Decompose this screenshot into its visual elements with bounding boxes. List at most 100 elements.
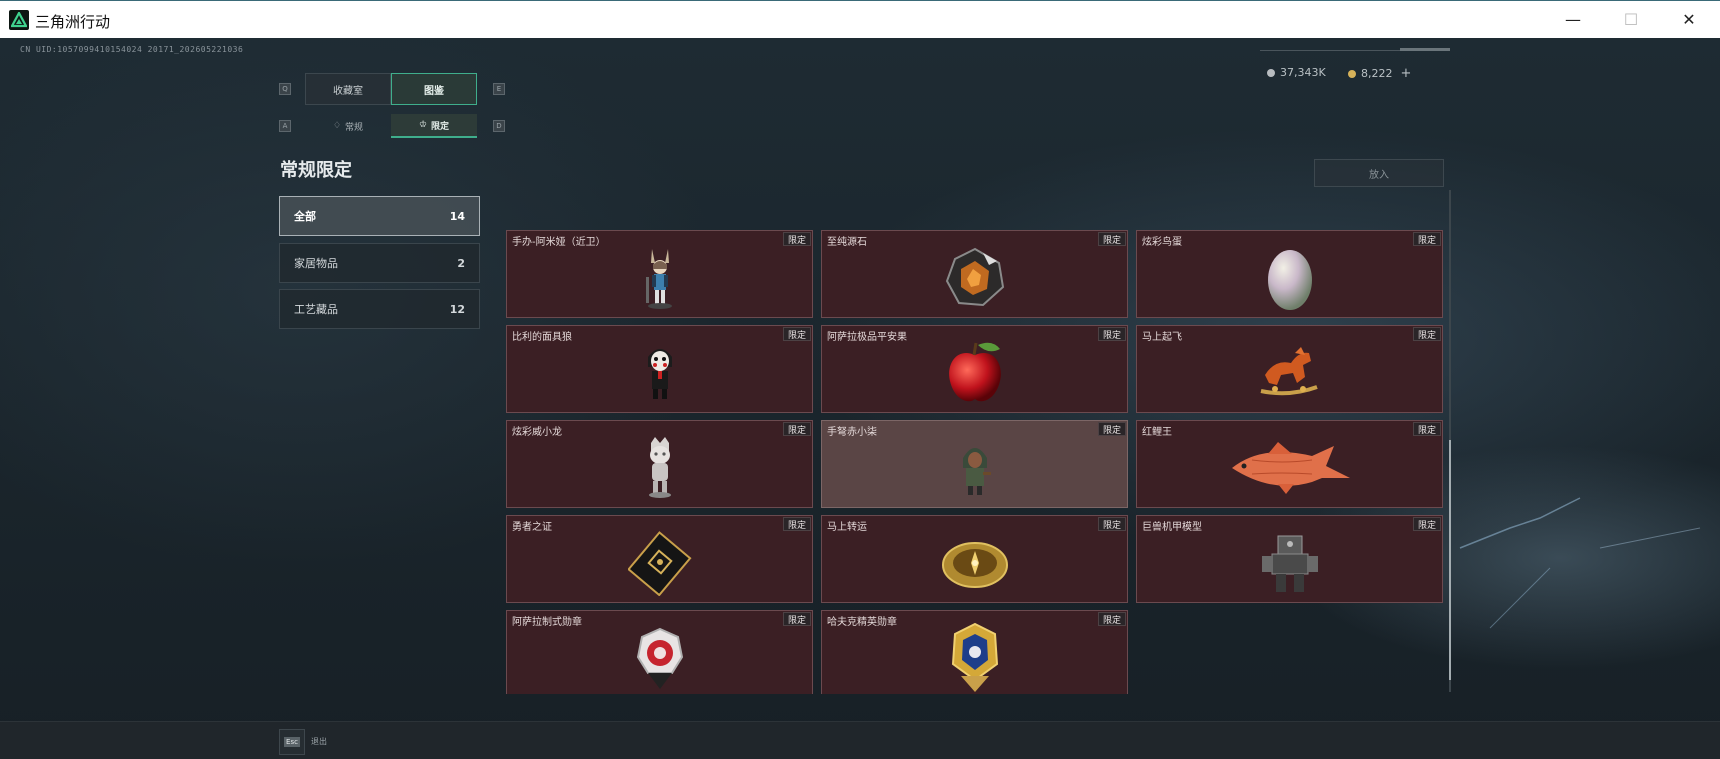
esc-key-label: Esc [284, 737, 300, 747]
figure-amiya-icon [595, 239, 725, 317]
limited-badge: 限定 [1098, 612, 1126, 626]
category-crafts[interactable]: 工艺藏品 12 [279, 289, 480, 329]
currency-silver: 37,343K [1267, 66, 1326, 79]
subtab-label: 常规 [345, 122, 364, 133]
back-label: 退出 [311, 737, 327, 746]
category-count: 12 [449, 302, 465, 316]
item-name: 红鲤王 [1142, 427, 1172, 438]
storm-lightning-decoration [1459, 497, 1701, 629]
item-name: 炫彩鸟蛋 [1142, 237, 1182, 248]
item-card[interactable]: 至纯源石 限定 [821, 230, 1128, 318]
puppet-icon [595, 334, 725, 412]
item-card[interactable]: 比利的面具狼 限定 [506, 325, 813, 413]
item-card[interactable]: 手弩赤小柒 限定 [821, 420, 1128, 508]
compass-icon [910, 524, 1040, 602]
item-card[interactable]: 马上起飞 限定 [1136, 325, 1443, 413]
medal-red-icon [595, 619, 725, 694]
item-name: 比利的面具狼 [512, 332, 572, 343]
tab-collection-room[interactable]: 收藏室 [305, 73, 391, 105]
item-name: 阿萨拉极品平安果 [827, 332, 907, 343]
key-hint-a: A [279, 120, 291, 132]
maximize-button[interactable]: ☐ [1602, 1, 1660, 38]
item-grid: 手办-阿米娅（近卫） 限定 至纯源石 限定 炫彩鸟蛋 限定 比利的面具狼 限定 … [506, 230, 1444, 694]
item-card[interactable]: 炫彩鸟蛋 限定 [1136, 230, 1443, 318]
tab-label: 收藏室 [333, 85, 363, 97]
key-hint-e: E [493, 83, 505, 95]
limited-badge: 限定 [783, 422, 811, 436]
hooded-figure-icon [910, 429, 1040, 507]
item-card[interactable]: 勇者之证 限定 [506, 515, 813, 603]
category-label: 工艺藏品 [294, 303, 338, 316]
currency-value: 8,222 [1361, 67, 1393, 80]
limited-badge: 限定 [1413, 517, 1441, 531]
subtab-label: 限定 [431, 121, 450, 132]
item-name: 勇者之证 [512, 522, 552, 533]
currency-value: 37,343K [1280, 66, 1326, 79]
medal-blue-icon [910, 619, 1040, 694]
add-currency-button[interactable]: + [1401, 66, 1412, 81]
tab-label: 图鉴 [424, 85, 444, 97]
egg-icon [1225, 239, 1355, 317]
silver-figure-icon [595, 429, 725, 507]
originium-icon [910, 239, 1040, 317]
item-card[interactable]: 马上转运 限定 [821, 515, 1128, 603]
item-card[interactable]: 阿萨拉极品平安果 限定 [821, 325, 1128, 413]
player-uid: CN UID:1057099410154024 20171_2026052210… [20, 45, 244, 54]
limited-badge: 限定 [783, 612, 811, 626]
app-logo-icon [9, 10, 29, 30]
limited-badge: 限定 [783, 327, 811, 341]
window-title: 三角洲行动 [35, 13, 111, 31]
crown-icon: ♔ [418, 120, 428, 130]
game-viewport: CN UID:1057099410154024 20171_2026052210… [0, 38, 1720, 759]
top-divider-accent [1400, 48, 1450, 51]
item-name: 炫彩威小龙 [512, 427, 562, 438]
esc-back-button[interactable]: Esc [279, 729, 305, 755]
item-card[interactable]: 哈夫克精英勋章 限定 [821, 610, 1128, 694]
category-count: 14 [449, 209, 465, 223]
category-all[interactable]: 全部 14 [279, 196, 480, 236]
limited-badge: 限定 [1413, 422, 1441, 436]
close-button[interactable]: ✕ [1660, 1, 1718, 38]
category-label: 全部 [294, 210, 316, 223]
item-card[interactable]: 手办-阿米娅（近卫） 限定 [506, 230, 813, 318]
item-name: 阿萨拉制式勋章 [512, 617, 582, 628]
limited-badge: 限定 [783, 517, 811, 531]
limited-badge: 限定 [1413, 327, 1441, 341]
item-card[interactable]: 红鲤王 限定 [1136, 420, 1443, 508]
window-titlebar: 三角洲行动 — ☐ ✕ [0, 0, 1720, 38]
limited-badge: 限定 [783, 232, 811, 246]
limited-badge: 限定 [1413, 232, 1441, 246]
tab-codex[interactable]: 图鉴 [391, 73, 477, 105]
mech-icon [1225, 524, 1355, 602]
limited-badge: 限定 [1098, 232, 1126, 246]
limited-badge: 限定 [1098, 517, 1126, 531]
section-title: 常规限定 [280, 160, 352, 181]
card-icon [595, 524, 725, 602]
item-card[interactable]: 阿萨拉制式勋章 限定 [506, 610, 813, 694]
category-label: 家居物品 [294, 257, 338, 270]
item-name: 马上起飞 [1142, 332, 1182, 343]
currency-gold: 8,222 + [1348, 66, 1411, 81]
item-name: 手办-阿米娅（近卫） [512, 237, 606, 248]
place-button[interactable]: 放入 [1314, 159, 1444, 187]
horse-icon [1225, 334, 1355, 412]
subtab-regular[interactable]: ♢ 常规 [305, 114, 391, 138]
category-count: 2 [457, 256, 465, 270]
item-name: 哈夫克精英勋章 [827, 617, 897, 628]
category-household[interactable]: 家居物品 2 [279, 243, 480, 283]
limited-badge: 限定 [1098, 422, 1126, 436]
item-name: 手弩赤小柒 [827, 427, 877, 438]
key-hint-d: D [493, 120, 505, 132]
item-name: 至纯源石 [827, 237, 867, 248]
flame-icon: ♢ [332, 121, 342, 131]
limited-badge: 限定 [1098, 327, 1126, 341]
item-name: 马上转运 [827, 522, 867, 533]
apple-icon [910, 334, 1040, 412]
silver-coin-icon [1267, 68, 1275, 77]
subtab-limited[interactable]: ♔ 限定 [391, 114, 477, 138]
gold-coin-icon [1348, 69, 1356, 78]
key-hint-q: Q [279, 83, 291, 95]
item-card[interactable]: 巨兽机甲模型 限定 [1136, 515, 1443, 603]
minimize-button[interactable]: — [1544, 1, 1602, 38]
item-card[interactable]: 炫彩威小龙 限定 [506, 420, 813, 508]
